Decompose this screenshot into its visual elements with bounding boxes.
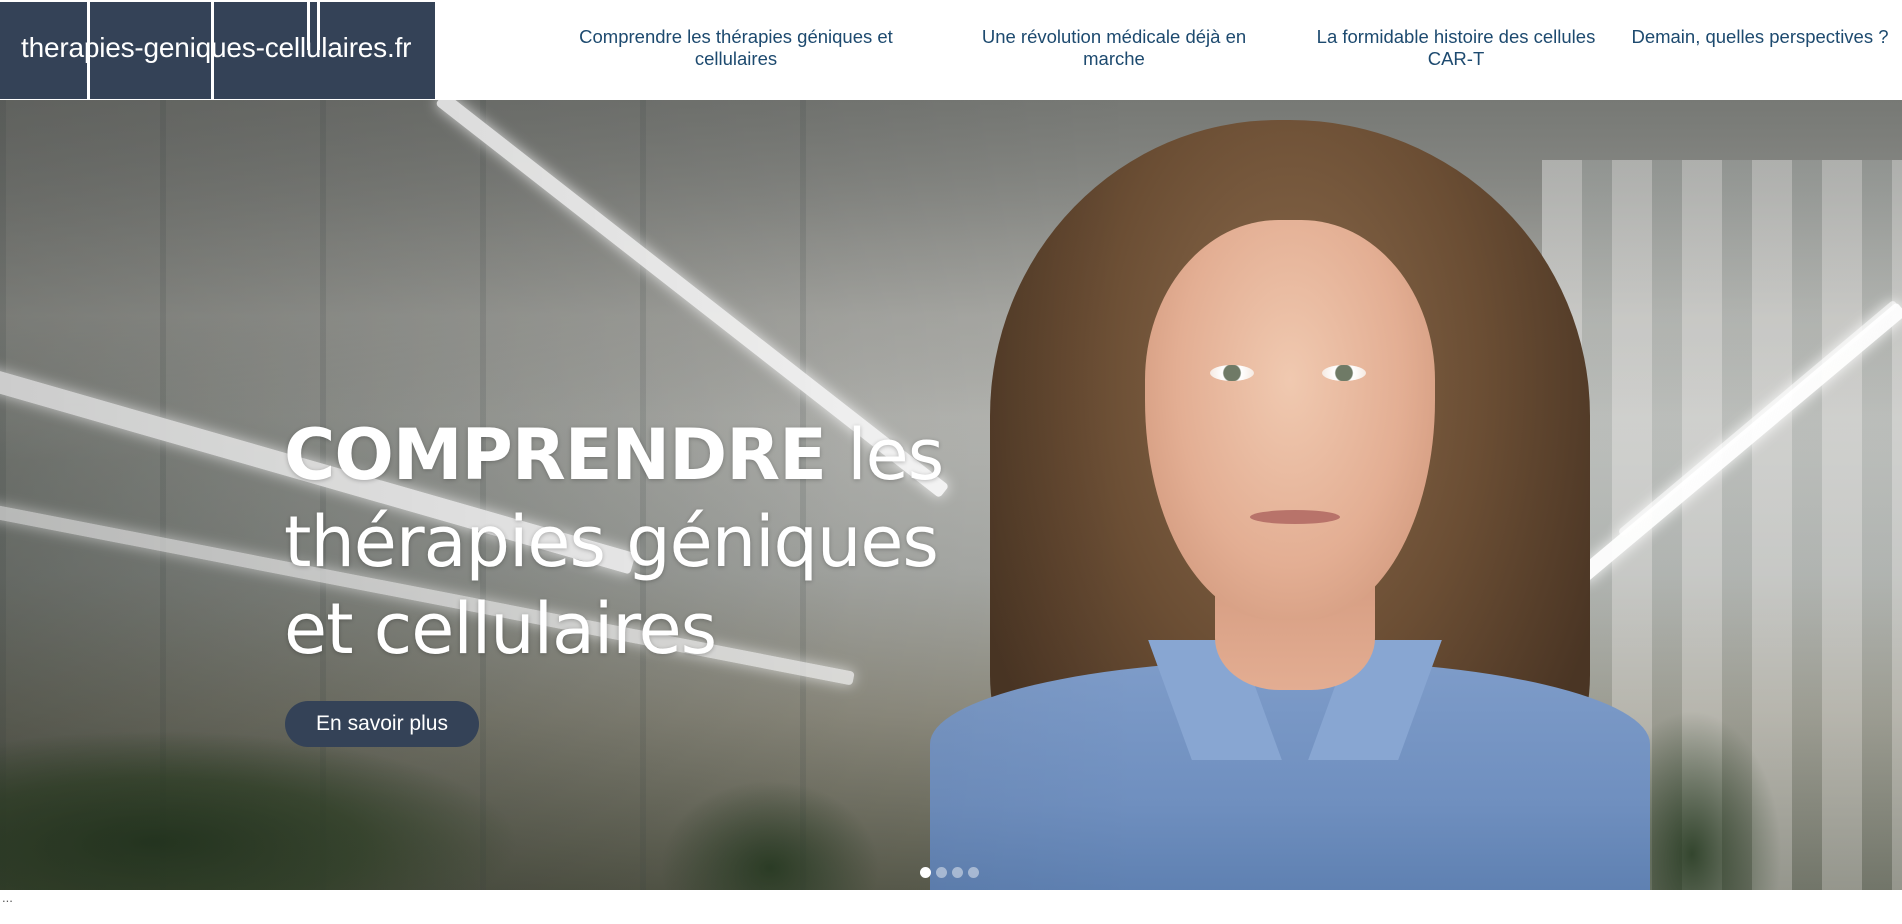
- site-header: therapies-geniques-cellulaires.fr Compre…: [0, 0, 1902, 100]
- nav-item-comprendre[interactable]: Comprendre les thérapies géniques et cel…: [556, 26, 916, 70]
- nav-item-perspectives[interactable]: Demain, quelles perspectives ?: [1627, 26, 1893, 48]
- hero-carousel: COMPRENDRE les thérapies géniques et cel…: [0, 100, 1902, 890]
- site-logo[interactable]: therapies-geniques-cellulaires.fr: [0, 2, 435, 99]
- carousel-dot-1[interactable]: [920, 867, 931, 878]
- carousel-dot-2[interactable]: [936, 867, 947, 878]
- carousel-dot-4[interactable]: [968, 867, 979, 878]
- carousel-dots: [920, 867, 979, 879]
- logo-text: therapies-geniques-cellulaires.fr: [21, 32, 412, 63]
- hero-title-strong: COMPRENDRE: [284, 414, 827, 496]
- nav-item-car-t[interactable]: La formidable histoire des cellules CAR-…: [1300, 26, 1612, 70]
- learn-more-button[interactable]: En savoir plus: [285, 701, 479, 747]
- page-ellipsis: ...: [2, 890, 13, 905]
- carousel-dot-3[interactable]: [952, 867, 963, 878]
- nav-item-revolution[interactable]: Une révolution médicale déjà en marche: [955, 26, 1273, 70]
- hero-title: COMPRENDRE les thérapies géniques et cel…: [284, 412, 984, 673]
